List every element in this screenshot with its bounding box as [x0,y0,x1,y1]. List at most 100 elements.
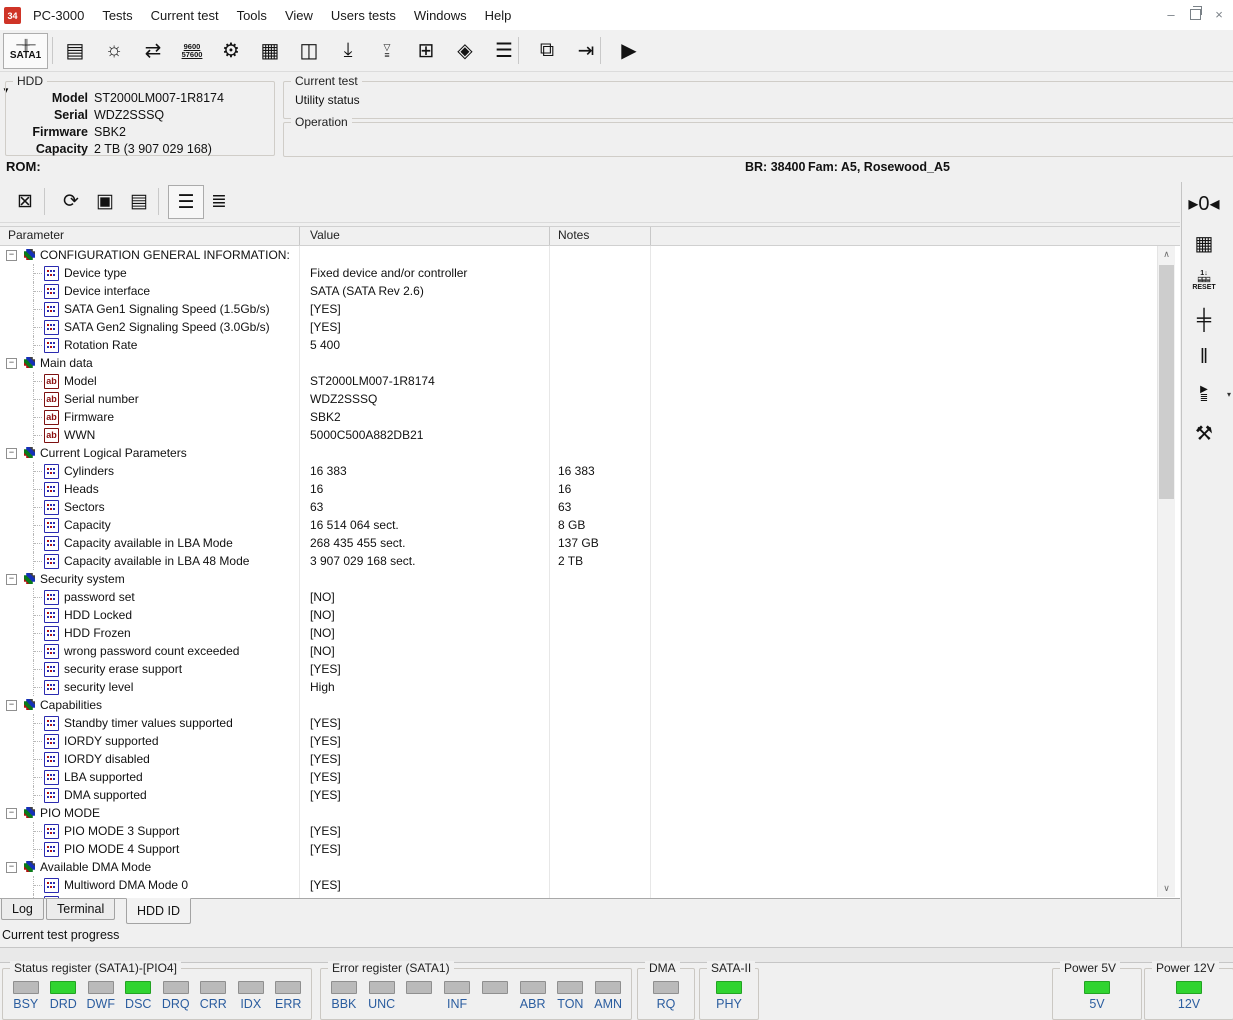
tree-expander[interactable]: − [6,808,17,819]
tree-param-row[interactable]: security levelHigh [0,678,1163,696]
port-switch-button[interactable]: ⇄ [134,34,172,67]
tab-hdd-id[interactable]: HDD ID [126,898,191,924]
tree-expander[interactable]: − [6,448,17,459]
scroll-down-button[interactable]: ∨ [1158,880,1175,897]
tree-param-row[interactable]: Cylinders16 38316 383 [0,462,1163,480]
drive-diagnostics-button[interactable]: ☼ [95,34,133,67]
menu-windows[interactable]: Windows [405,8,476,23]
tree-param-row[interactable]: IORDY disabled[YES] [0,750,1163,768]
tree-param-row[interactable]: HDD Locked[NO] [0,606,1163,624]
run-script-dropdown[interactable]: ▾ [1224,388,1233,400]
tree-param-row[interactable]: Device typeFixed device and/or controlle… [0,264,1163,282]
vertical-scrollbar[interactable]: ∧ ∨ [1157,246,1175,897]
rom-save-button[interactable]: ▣ [88,185,122,217]
utility-settings-button[interactable]: ⚙ [212,34,250,67]
tree-param-row[interactable]: Capacity16 514 064 sect.8 GB [0,516,1163,534]
rom-read-button[interactable]: ⟳ [54,185,88,217]
head-map-button[interactable]: ◫ [290,34,328,67]
tree-section-row[interactable]: −PIO MODE [0,804,1163,822]
col-notes[interactable]: Notes [558,228,589,242]
data-export-button[interactable]: ⤓ [329,34,367,67]
menu-view[interactable]: View [276,8,322,23]
tree-param-row[interactable]: SATA Gen1 Signaling Speed (1.5Gb/s)[YES] [0,300,1163,318]
zero-track-button[interactable]: ▸0◂ [1182,187,1226,219]
tree-param-row[interactable]: Capacity available in LBA Mode268 435 45… [0,534,1163,552]
tree-param-row[interactable]: PIO MODE 3 Support[YES] [0,822,1163,840]
menu-help[interactable]: Help [476,8,521,23]
start-icon: ▶ [621,38,636,63]
param-label: Cylinders [64,464,114,478]
tree-param-row[interactable]: DMA supported[YES] [0,786,1163,804]
tab-log[interactable]: Log [1,899,44,920]
pause-button[interactable]: ‖ [1182,341,1226,373]
tree-param-row[interactable]: IORDY supported[YES] [0,732,1163,750]
reset-button[interactable]: 1↓ ⌸⌸⌸ RESET [1182,264,1226,296]
filter-lines-button[interactable]: ▽ ≡ [368,34,406,67]
sector-grid-icon: ⊞ [418,38,435,63]
rom-clear-button[interactable]: ⊠ [8,185,42,217]
tree-param-row[interactable]: Standby timer values supported[YES] [0,714,1163,732]
tree-section-row[interactable]: −Main data [0,354,1163,372]
utility-log-button[interactable]: ▤ [56,34,94,67]
power-probe-button[interactable]: ╪ [1182,304,1226,336]
tree-param-row[interactable]: abWWN5000C500A882DB21 [0,426,1163,444]
tree-param-row[interactable]: Rotation Rate5 400 [0,336,1163,354]
tree-param-row[interactable]: abSerial numberWDZ2SSSQ [0,390,1163,408]
tree-section-row[interactable]: −CONFIGURATION GENERAL INFORMATION: [0,246,1163,264]
led-off-indicator [13,981,39,994]
sata1-port-button[interactable]: ─╫─ SATA1 [3,33,48,69]
col-value[interactable]: Value [310,228,340,242]
tree-section-row[interactable]: −Capabilities [0,696,1163,714]
tree-expander[interactable]: − [6,250,17,261]
hdd-id-table: Parameter Value Notes −CONFIGURATION GEN… [0,226,1180,899]
tree-param-row[interactable]: SATA Gen2 Signaling Speed (3.0Gb/s)[YES] [0,318,1163,336]
tree-param-row[interactable]: abModelST2000LM007-1R8174 [0,372,1163,390]
scroll-up-button[interactable]: ∧ [1158,246,1175,263]
tree-param-row[interactable]: password set[NO] [0,588,1163,606]
tree-param-row[interactable]: wrong password count exceeded[NO] [0,642,1163,660]
tree-param-row[interactable]: abFirmwareSBK2 [0,408,1163,426]
close-button[interactable]: × [1207,4,1231,24]
sector-grid-button[interactable]: ⊞ [407,34,445,67]
col-parameter[interactable]: Parameter [8,228,64,242]
menu-current-test[interactable]: Current test [142,8,228,23]
tree-expander[interactable]: − [6,574,17,585]
tab-terminal[interactable]: Terminal [46,899,115,920]
tree-section-row[interactable]: −Security system [0,570,1163,588]
tools-button[interactable]: ⚒ [1182,417,1226,449]
tree-param-row[interactable]: LBA supported[YES] [0,768,1163,786]
tree-section-row[interactable]: −Current Logical Parameters [0,444,1163,462]
start-button[interactable]: ▶ [610,34,648,67]
tree-param-row[interactable]: Heads1616 [0,480,1163,498]
tree-param-row[interactable]: PIO MODE 4 Support[YES] [0,840,1163,858]
tree-expander[interactable]: − [6,358,17,369]
view-compact-button[interactable]: ☰ [168,185,204,219]
board-test-button[interactable]: ▦ [1182,227,1226,259]
param-value: 3 907 029 168 sect. [310,554,415,568]
restore-button[interactable] [1183,4,1207,24]
scrollbar-thumb[interactable] [1159,265,1174,499]
menu-pc-3000[interactable]: PC-3000 [24,8,93,23]
rom-info-button[interactable]: ▤ [122,185,156,217]
tree-expander[interactable]: − [6,700,17,711]
tree-param-row[interactable]: Device interfaceSATA (SATA Rev 2.6) [0,282,1163,300]
baud-rate-button[interactable]: 9600 57600 [173,34,211,67]
tree-param-row[interactable]: security erase support[YES] [0,660,1163,678]
menu-tests[interactable]: Tests [93,8,141,23]
tree-expander[interactable]: − [6,862,17,873]
view-detailed-button[interactable]: ≣ [202,185,236,217]
param-label: Rotation Rate [64,338,137,352]
tree-param-row[interactable]: Sectors6363 [0,498,1163,516]
run-script-button[interactable]: ▶ ≣ [1182,378,1226,410]
chip-button[interactable]: ▦ [251,34,289,67]
minimize-button[interactable]: – [1159,4,1183,24]
status-group-power-5v: Power 5V5V [1052,968,1142,1020]
tree-param-row[interactable]: Capacity available in LBA 48 Mode3 907 0… [0,552,1163,570]
windows-cascade-button[interactable]: ⧉ [528,34,566,67]
tree-param-row[interactable]: Multiword DMA Mode 0[YES] [0,876,1163,894]
tree-param-row[interactable]: HDD Frozen[NO] [0,624,1163,642]
script-flow-button[interactable]: ◈ [446,34,484,67]
tree-section-row[interactable]: −Available DMA Mode [0,858,1163,876]
menu-tools[interactable]: Tools [228,8,276,23]
menu-users-tests[interactable]: Users tests [322,8,405,23]
